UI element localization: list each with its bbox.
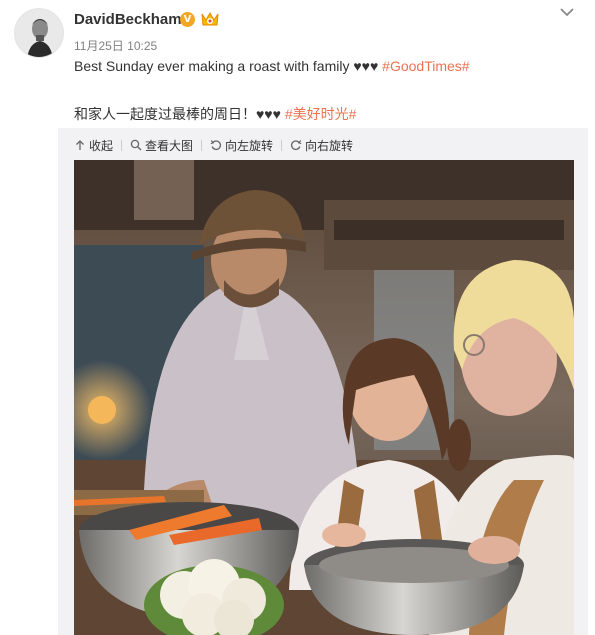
- post-photo[interactable]: [74, 160, 574, 635]
- username[interactable]: DavidBeckham: [74, 11, 182, 28]
- arrow-up-icon: [76, 140, 84, 150]
- chevron-down-icon[interactable]: [558, 5, 576, 19]
- post-text-chinese: 和家人一起度过最棒的周日！♥♥♥ #美好时光#: [74, 104, 356, 124]
- rotate-right-label: 向右旋转: [305, 138, 354, 153]
- hashtag-link[interactable]: #美好时光#: [285, 106, 357, 122]
- weibo-post-card: DavidBeckham V 11月25日 10:25 Best Sunday …: [0, 0, 595, 635]
- post-text-english: Best Sunday ever making a roast with fam…: [74, 58, 470, 74]
- hashtag-link[interactable]: #GoodTimes#: [382, 58, 469, 74]
- rotate-left-button[interactable]: 向左旋转: [210, 137, 273, 154]
- magnifier-icon: [130, 139, 142, 151]
- vip-badge-icon: [201, 11, 219, 26]
- rotate-right-button[interactable]: 向右旋转: [290, 137, 353, 154]
- verified-icon: V: [180, 12, 195, 27]
- post-text-english-body: Best Sunday ever making a roast with fam…: [74, 58, 383, 74]
- collapse-button[interactable]: 收起: [74, 137, 113, 154]
- toolbar-divider: [201, 139, 203, 151]
- rotate-left-label: 向左旋转: [225, 138, 274, 153]
- collapse-label: 收起: [89, 138, 114, 153]
- view-large-label: 查看大图: [145, 138, 194, 153]
- toolbar-divider: [121, 139, 123, 151]
- post-text-chinese-body: 和家人一起度过最棒的周日！♥♥♥: [74, 106, 285, 122]
- avatar[interactable]: [14, 8, 64, 58]
- toolbar-divider: [281, 139, 283, 151]
- view-large-button[interactable]: 查看大图: [130, 137, 193, 154]
- rotate-right-icon: [291, 140, 302, 151]
- post-timestamp[interactable]: 11月25日 10:25: [74, 37, 157, 54]
- rotate-left-icon: [210, 140, 222, 151]
- media-toolbar: 收起 查看大图 向左旋转 向右旋转: [74, 136, 361, 154]
